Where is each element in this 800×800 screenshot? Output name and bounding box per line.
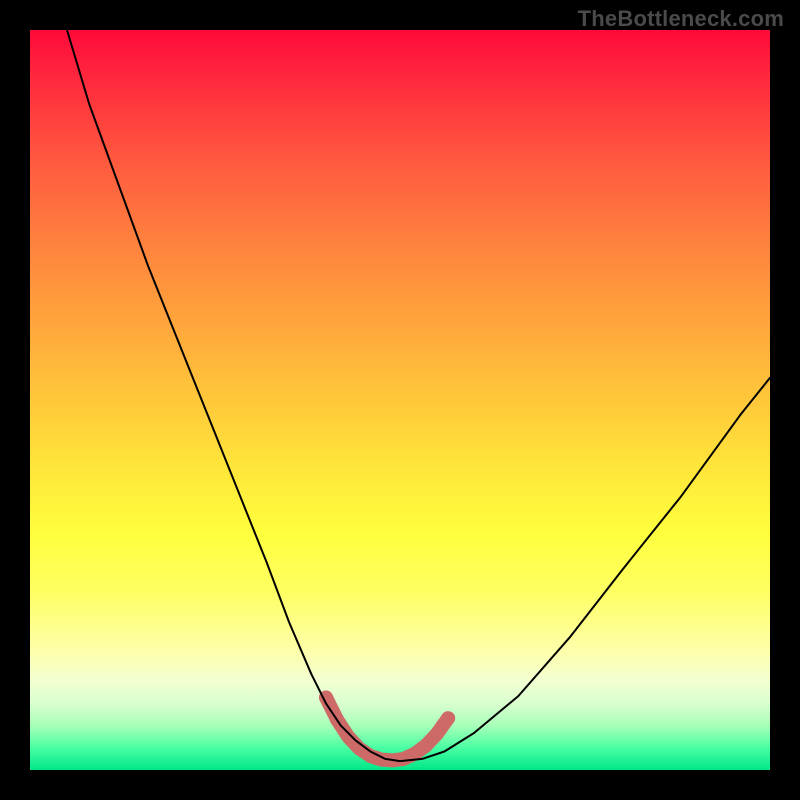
thin-curve-path — [67, 30, 770, 761]
thin-curve — [67, 30, 770, 761]
chart-svg — [30, 30, 770, 770]
marker-dot-4 — [430, 727, 444, 741]
chart-frame: TheBottleneck.com — [0, 0, 800, 800]
watermark-text: TheBottleneck.com — [578, 6, 784, 32]
plot-area — [30, 30, 770, 770]
marker-dot-5 — [441, 711, 455, 725]
marker-dot-3 — [419, 739, 433, 753]
